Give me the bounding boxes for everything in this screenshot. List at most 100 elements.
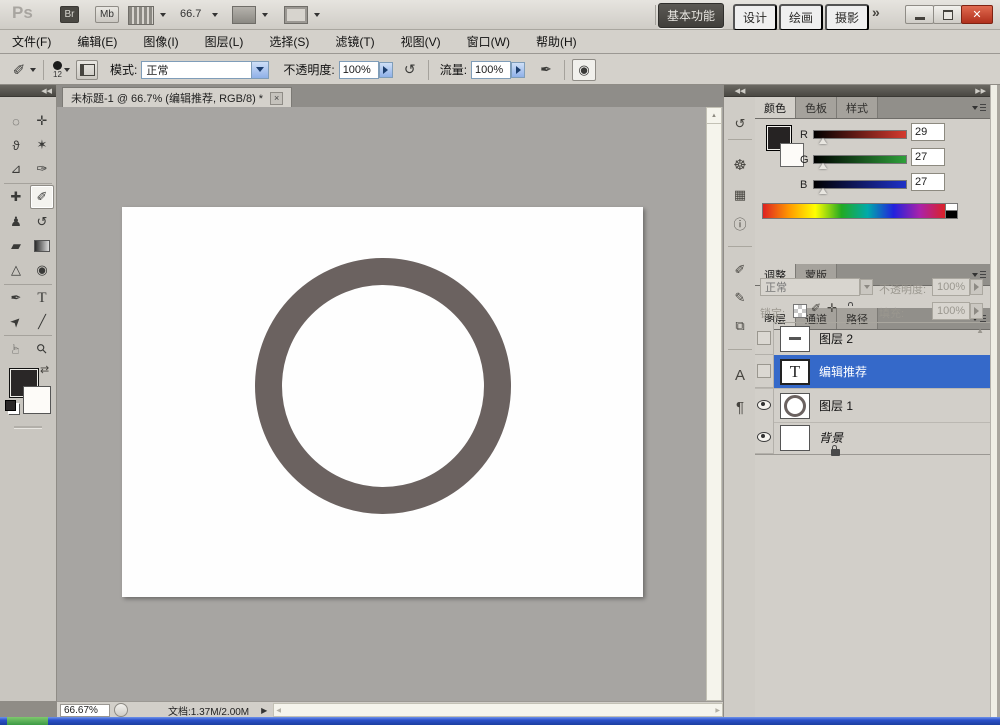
layer-row-1[interactable]: 图层 1 [755,388,990,423]
layer-name[interactable]: 背景 [819,429,843,446]
blend-mode-dropdown-button[interactable] [251,62,268,78]
tab-color[interactable]: 颜色 [755,97,796,118]
red-slider-track[interactable] [813,130,907,139]
layer-row-2[interactable]: 图层 2 ▲ [755,322,990,356]
layer-thumbnail[interactable] [780,425,810,451]
layer-row-text-selected[interactable]: T 编辑推荐 [755,355,990,388]
close-button[interactable]: ✕ [961,5,993,24]
color-panel-menu-button[interactable] [972,103,986,112]
tool-presets-panel-button[interactable]: ✎ [727,287,753,309]
guides-grid-button[interactable] [128,6,154,25]
dodge-tool[interactable]: ◉ [31,259,53,281]
screen-mode-dropdown-arrow[interactable] [314,13,320,17]
workspace-more-chevron[interactable]: » [872,4,880,20]
lock-pixels-icon[interactable]: ✐ [811,301,821,315]
history-panel-button[interactable]: ↺ [727,113,753,135]
lock-transparency-icon[interactable] [793,304,807,318]
eraser-tool[interactable]: ▰ [5,235,27,257]
layer-opacity-spinner[interactable] [970,279,983,295]
clone-source-panel-button[interactable]: ⧉ [727,315,753,337]
document-close-icon[interactable]: × [270,92,283,105]
lasso-tool[interactable]: ϑ [5,134,27,156]
menu-help[interactable]: 帮助(H) [536,33,577,50]
menu-file[interactable]: 文件(F) [12,33,51,50]
background-color-swatch[interactable] [23,386,51,414]
document-tab[interactable]: 未标题-1 @ 66.7% (编辑推荐, RGB/8) * × [62,87,292,108]
scroll-up-icon[interactable]: ▲ [707,108,721,124]
workspace-design-button[interactable]: 设计 [733,4,777,31]
layer-fill-field[interactable]: 100% [932,302,970,320]
navigator-panel-button[interactable]: ☸ [727,154,753,176]
tool-preset-dropdown-arrow[interactable] [30,68,36,72]
canvas-area[interactable]: ▲ [57,107,723,701]
visibility-toggle[interactable] [755,389,774,422]
workspace-photography-button[interactable]: 摄影 [825,4,869,31]
green-slider-handle[interactable] [819,163,827,169]
menu-edit[interactable]: 编辑(E) [77,33,117,50]
layer-blend-mode-select[interactable]: 正常 [760,278,860,296]
panel-dock-header[interactable]: ▶▶ [755,85,990,97]
red-value-field[interactable]: 29 [911,123,945,141]
tab-styles[interactable]: 样式 [837,97,878,118]
menu-select[interactable]: 选择(S) [269,33,309,50]
clone-stamp-tool[interactable]: ♟ [5,211,27,233]
character-panel-button[interactable]: A [727,364,753,386]
quick-mask-button[interactable] [14,426,42,429]
marquee-tool[interactable]: ◌ [5,110,27,132]
layer-opacity-field[interactable]: 100% [932,278,970,296]
visibility-toggle[interactable] [755,355,774,388]
mini-bridge-button[interactable]: Mb [95,6,119,23]
blue-slider-track[interactable] [813,180,907,189]
path-selection-tool[interactable]: ➤ [0,306,31,337]
gradient-tool[interactable] [31,235,53,257]
blue-value-field[interactable]: 27 [911,173,945,191]
zoom-level-field[interactable]: 66.7 [180,8,201,20]
tablet-pressure-button[interactable]: ◉ [572,59,596,81]
history-brush-tool[interactable]: ↺ [31,211,53,233]
color-spectrum-ramp[interactable] [762,203,947,219]
document-canvas[interactable] [122,207,643,597]
status-zoom-field[interactable]: 66.67% [60,704,110,717]
flow-spinner-button[interactable] [511,62,525,78]
opacity-field[interactable]: 100% [339,61,379,79]
guides-grid-dropdown-arrow[interactable] [160,13,166,17]
layer-blend-dropdown-button[interactable] [860,279,873,295]
brushes-panel-button[interactable]: ✐ [727,259,753,281]
crop-tool[interactable]: ⊿ [5,158,27,180]
arrange-documents-dropdown-arrow[interactable] [262,13,268,17]
menu-window[interactable]: 窗口(W) [467,33,510,50]
visibility-toggle[interactable] [755,322,774,355]
arrange-documents-button[interactable] [232,6,256,24]
tab-swatches[interactable]: 色板 [796,97,837,118]
blur-tool[interactable]: △ [5,259,27,281]
status-info-dropdown-icon[interactable]: ▶ [261,706,267,715]
magic-wand-tool[interactable]: ✶ [31,134,53,156]
workspace-essentials-button[interactable]: 基本功能 [658,3,724,28]
tools-panel-header[interactable]: ◀◀ [0,85,56,97]
scroll-right-icon[interactable]: ▶ [715,707,720,714]
lock-position-icon[interactable]: ✛ [827,301,837,315]
eyedropper-tool[interactable]: ✑ [31,158,53,180]
menu-image[interactable]: 图像(I) [143,33,178,50]
minimize-button[interactable] [905,5,934,24]
airbrush-toggle-icon[interactable]: ✒ [535,59,557,81]
menu-filter[interactable]: 滤镜(T) [335,33,374,50]
horizontal-scrollbar[interactable]: ◀ ▶ [273,703,723,717]
airbrush-opacity-icon[interactable]: ↺ [399,59,421,81]
red-slider-handle[interactable] [819,138,827,144]
layer-name[interactable]: 图层 2 [819,330,853,347]
layer-name[interactable]: 编辑推荐 [819,363,867,380]
toggle-brush-panel-button[interactable] [76,60,98,80]
green-value-field[interactable]: 27 [911,148,945,166]
workspace-painting-button[interactable]: 绘画 [779,4,823,31]
visibility-toggle[interactable] [755,421,774,454]
vertical-scrollbar[interactable]: ▲ [706,107,722,701]
layer-row-background[interactable]: 背景 [755,421,990,455]
paragraph-panel-button[interactable]: ¶ [727,396,753,418]
type-tool[interactable]: T [31,287,53,309]
restore-button[interactable] [933,5,962,24]
blend-mode-select[interactable]: 正常 [141,61,269,79]
brush-picker-dropdown-arrow[interactable] [64,68,70,72]
healing-brush-tool[interactable]: ✚ [5,186,27,208]
layer-thumbnail[interactable] [780,393,810,419]
